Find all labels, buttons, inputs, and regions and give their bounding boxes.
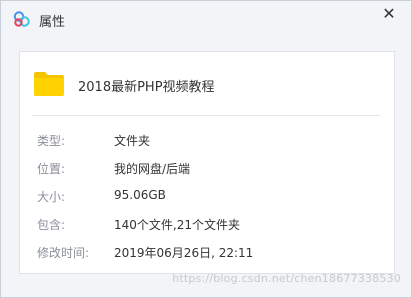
property-value: 2019年06月26日, 22:11	[114, 246, 254, 260]
folder-icon	[34, 72, 64, 96]
property-label: 修改时间:	[37, 246, 90, 260]
properties-window: 属性 ✕ 2018最新PHP视频教程 类型: 文件夹 位置: 我的网盘/后端 大…	[0, 0, 412, 298]
properties-panel: 2018最新PHP视频教程 类型: 文件夹 位置: 我的网盘/后端 大小: 95…	[19, 51, 395, 274]
property-value: 我的网盘/后端	[114, 162, 191, 176]
property-label: 类型:	[37, 134, 66, 148]
property-type: 类型: 文件夹	[20, 130, 394, 150]
property-value: 文件夹	[114, 134, 151, 148]
close-button[interactable]: ✕	[380, 5, 398, 23]
window-title: 属性	[39, 15, 66, 30]
divider	[32, 115, 380, 116]
baidu-netdisk-logo-icon	[13, 11, 30, 27]
property-label: 大小:	[37, 190, 66, 204]
property-value: 95.06GB	[114, 188, 166, 202]
watermark: https://blog.csdn.net/chen18677338530	[172, 272, 401, 285]
property-location: 位置: 我的网盘/后端	[20, 158, 394, 178]
property-label: 包含:	[37, 218, 66, 232]
property-label: 位置:	[37, 162, 66, 176]
property-size: 大小: 95.06GB	[20, 186, 394, 206]
close-icon[interactable]: ✕	[382, 4, 395, 23]
property-value: 140个文件,21个文件夹	[114, 218, 240, 232]
title-bar: 属性 ✕	[1, 1, 411, 35]
property-contains: 包含: 140个文件,21个文件夹	[20, 214, 394, 234]
file-name: 2018最新PHP视频教程	[78, 80, 215, 95]
property-modified: 修改时间: 2019年06月26日, 22:11	[20, 242, 394, 262]
file-header: 2018最新PHP视频教程	[20, 52, 394, 116]
